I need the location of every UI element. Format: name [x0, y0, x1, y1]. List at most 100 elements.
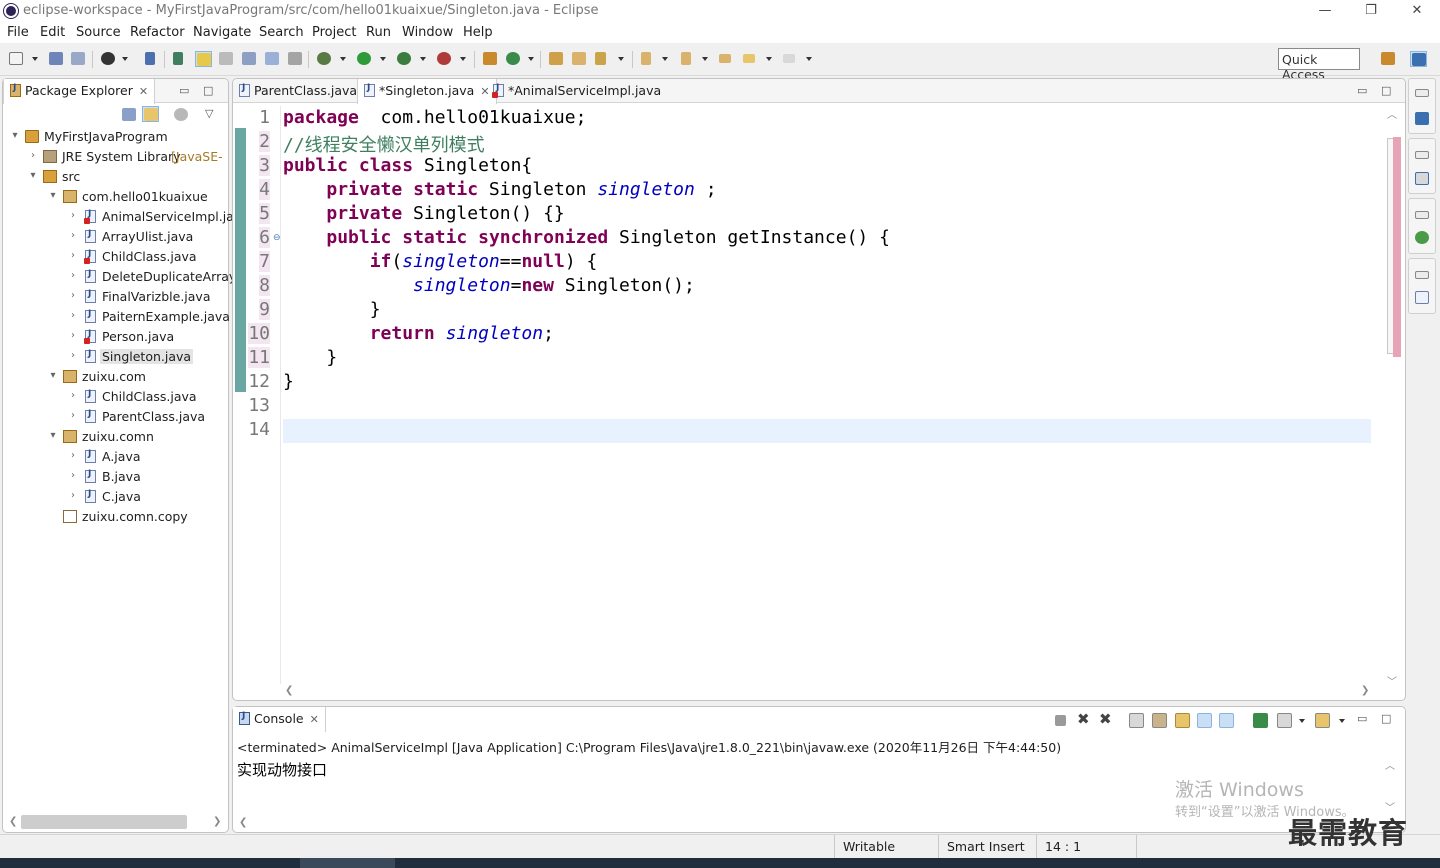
open-type-icon[interactable]: [548, 51, 565, 67]
expand-down-icon[interactable]: ▾: [47, 430, 59, 441]
expand-right-icon[interactable]: ›: [67, 390, 79, 401]
show-on-stderr-icon[interactable]: [1219, 713, 1234, 728]
search-dropdown-arrow[interactable]: [618, 57, 624, 61]
code-line[interactable]: if(singleton==null) {: [283, 251, 598, 272]
expand-right-icon[interactable]: ›: [67, 410, 79, 421]
link-with-editor-icon[interactable]: [142, 106, 159, 122]
code-line[interactable]: }: [283, 371, 294, 392]
next-annotation-icon[interactable]: [640, 51, 657, 67]
previous-annotation-dropdown-arrow[interactable]: [702, 57, 708, 61]
view-menu-icon[interactable]: ▽: [205, 107, 213, 120]
minimize-editor-icon[interactable]: ▭: [1357, 84, 1367, 97]
tab-console[interactable]: Console ✕: [233, 707, 326, 732]
expand-down-icon[interactable]: ▾: [27, 170, 39, 181]
close-tab-icon[interactable]: ✕: [310, 713, 319, 726]
connect-mylyn-icon[interactable]: [1415, 231, 1429, 244]
code-area[interactable]: package com.hello01kuaixue;//线程安全懒汉单列模式 p…: [283, 106, 1371, 684]
save-all-icon[interactable]: [70, 51, 87, 67]
restore-view-icon[interactable]: [1415, 151, 1429, 159]
previous-annotation-icon[interactable]: [680, 51, 697, 67]
menu-window[interactable]: Window: [402, 25, 453, 40]
new-dropdown-arrow[interactable]: [32, 57, 38, 61]
display-console-dropdown-arrow[interactable]: [1299, 719, 1305, 723]
scroll-lock-icon[interactable]: [1152, 713, 1167, 728]
console-output[interactable]: 实现动物接口: [237, 759, 327, 780]
back-dropdown-arrow[interactable]: [766, 57, 772, 61]
debug-dropdown-arrow[interactable]: [340, 57, 346, 61]
clear-console-icon[interactable]: [1129, 713, 1144, 728]
restore-view-icon[interactable]: [1415, 89, 1429, 97]
editor-scroll-right-arrow-icon[interactable]: ❯: [1361, 685, 1369, 696]
target-dropdown-arrow[interactable]: [122, 57, 128, 61]
task-list-icon[interactable]: [1415, 172, 1429, 185]
new-icon[interactable]: [8, 51, 25, 67]
save-icon[interactable]: [48, 51, 65, 67]
remove-launch-icon[interactable]: ✖: [1077, 710, 1090, 728]
quick-access-field[interactable]: Quick Access: [1278, 48, 1360, 82]
next-annotation-dropdown-arrow[interactable]: [662, 57, 668, 61]
back-arrow-icon[interactable]: [742, 51, 759, 67]
external-tools-icon[interactable]: [436, 51, 453, 67]
menu-help[interactable]: Help: [463, 25, 493, 40]
search-icon[interactable]: [594, 51, 611, 67]
minimize-view-icon[interactable]: ▭: [179, 84, 189, 97]
code-line[interactable]: public class Singleton{: [283, 155, 532, 176]
remove-all-launches-icon[interactable]: ✖: [1099, 710, 1112, 728]
editor-scroll-left-arrow-icon[interactable]: ❮: [285, 685, 293, 696]
code-line[interactable]: singleton=new Singleton();: [283, 275, 695, 296]
expand-right-icon[interactable]: ›: [67, 350, 79, 361]
coverage-dropdown-arrow[interactable]: [420, 57, 426, 61]
run-dropdown-arrow[interactable]: [380, 57, 386, 61]
expand-right-icon[interactable]: ›: [67, 310, 79, 321]
expand-right-icon[interactable]: ›: [67, 330, 79, 341]
code-line[interactable]: [283, 419, 1371, 443]
restore-view-icon[interactable]: [1415, 211, 1429, 219]
mark-occurrences-icon[interactable]: [195, 51, 212, 67]
menu-search[interactable]: Search: [259, 25, 304, 40]
skip-breakpoints-icon[interactable]: [144, 51, 161, 67]
collapse-all-icon[interactable]: [121, 107, 138, 123]
code-line[interactable]: }: [283, 347, 337, 368]
code-line[interactable]: return singleton;: [283, 323, 554, 344]
new-class-dropdown-arrow[interactable]: [528, 57, 534, 61]
expand-right-icon[interactable]: ›: [67, 250, 79, 261]
maximize-console-icon[interactable]: □: [1381, 712, 1391, 725]
scroll-up-arrow-icon[interactable]: ︿: [1387, 106, 1397, 121]
terminate-icon[interactable]: [1055, 715, 1066, 726]
expand-right-icon[interactable]: ›: [67, 470, 79, 481]
code-line[interactable]: private static Singleton singleton ;: [283, 179, 716, 200]
restore-button[interactable]: ❐: [1348, 0, 1394, 22]
expand-down-icon[interactable]: ▾: [47, 370, 59, 381]
expand-down-icon[interactable]: ▾: [9, 130, 21, 141]
pin-icon[interactable]: [172, 51, 189, 67]
menu-navigate[interactable]: Navigate: [193, 25, 251, 40]
paragraph-icon[interactable]: [287, 51, 304, 67]
menu-run[interactable]: Run: [366, 25, 391, 40]
code-line[interactable]: private Singleton() {}: [283, 203, 564, 224]
horizontal-scrollbar[interactable]: [21, 815, 187, 829]
menu-refactor[interactable]: Refactor: [130, 25, 185, 40]
tab-parentclass-java[interactable]: ParentClass.java: [233, 79, 363, 103]
minimize-console-icon[interactable]: ▭: [1357, 712, 1367, 725]
minimize-button[interactable]: —: [1302, 0, 1348, 22]
display-console-icon[interactable]: [1277, 713, 1292, 728]
overview-ruler-marker[interactable]: [1393, 137, 1401, 357]
forward-arrow-icon[interactable]: [782, 51, 799, 67]
open-perspective-icon[interactable]: [1380, 51, 1397, 67]
coverage-icon[interactable]: [396, 51, 413, 67]
show-source-icon[interactable]: [264, 51, 281, 67]
forward-dropdown-arrow[interactable]: [806, 57, 812, 61]
external-tools-dropdown-arrow[interactable]: [460, 57, 466, 61]
taskbar-app[interactable]: [300, 858, 395, 868]
restore-view-icon[interactable]: [1415, 271, 1429, 279]
show-on-stdout-icon[interactable]: [1197, 713, 1212, 728]
tab-package-explorer[interactable]: Package Explorer ✕: [3, 79, 156, 104]
open-task-icon[interactable]: [571, 51, 588, 67]
expand-right-icon[interactable]: ›: [67, 450, 79, 461]
close-window-button[interactable]: ✕: [1394, 0, 1440, 22]
run-icon[interactable]: [356, 51, 373, 67]
expand-right-icon[interactable]: ›: [67, 230, 79, 241]
target-icon[interactable]: [100, 51, 117, 67]
close-tab-icon[interactable]: ✕: [139, 85, 148, 98]
fold-toggle-icon[interactable]: ⊖: [273, 233, 281, 243]
